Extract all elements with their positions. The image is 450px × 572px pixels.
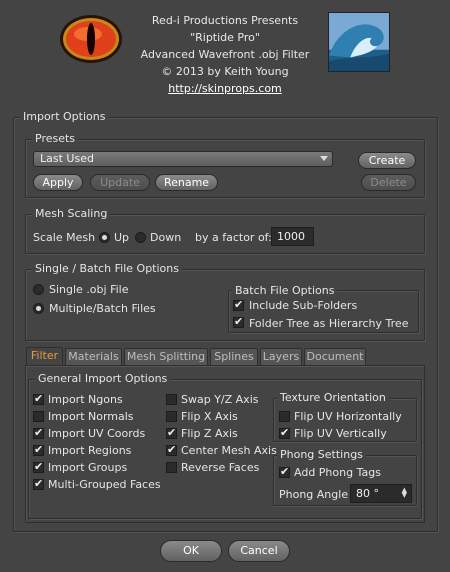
- add-phong-tags-label: Add Phong Tags: [294, 466, 381, 479]
- flip-z-checkbox[interactable]: [166, 426, 177, 439]
- chevron-down-icon: [320, 156, 328, 161]
- tab-materials[interactable]: Materials: [65, 348, 122, 365]
- tab-document[interactable]: Document: [304, 348, 366, 365]
- phong-settings-title: Phong Settings: [277, 448, 366, 461]
- multiple-files-label: Multiple/Batch Files: [49, 302, 156, 315]
- header-subtitle: Advanced Wavefront .obj Filter: [140, 48, 310, 61]
- center-mesh-axis-checkbox[interactable]: [166, 443, 177, 456]
- import-options-title: Import Options: [20, 110, 109, 123]
- ok-button[interactable]: OK: [160, 540, 222, 562]
- header-title: Red-i Productions Presents: [151, 14, 299, 27]
- import-regions-label: Import Regions: [48, 444, 132, 457]
- scale-up-radio[interactable]: [99, 232, 110, 243]
- file-options-title: Single / Batch File Options: [32, 262, 182, 275]
- multi-grouped-faces-checkbox[interactable]: [33, 477, 44, 490]
- rename-button[interactable]: Rename: [155, 174, 218, 191]
- scale-down-label: Down: [150, 231, 182, 244]
- spinner-arrows-icon[interactable]: ▲ ▼: [402, 487, 407, 499]
- import-regions-checkbox[interactable]: [33, 443, 44, 456]
- batch-options-title: Batch File Options: [232, 284, 338, 297]
- folder-tree-label: Folder Tree as Hierarchy Tree: [249, 317, 409, 330]
- wave-logo: [328, 12, 390, 72]
- import-groups-checkbox[interactable]: [33, 460, 44, 473]
- import-normals-label: Import Normals: [48, 410, 134, 423]
- swap-yz-label: Swap Y/Z Axis: [181, 393, 259, 406]
- presets-dropdown[interactable]: Last Used: [33, 151, 333, 167]
- header-copyright: © 2013 by Keith Young: [161, 65, 289, 78]
- flip-uv-vertical-label: Flip UV Vertically: [294, 427, 387, 440]
- scale-factor-input[interactable]: 1000: [271, 227, 314, 246]
- tab-layers[interactable]: Layers: [260, 348, 302, 365]
- import-ngons-checkbox[interactable]: [33, 392, 44, 405]
- import-groups-label: Import Groups: [48, 461, 128, 474]
- cancel-button[interactable]: Cancel: [228, 540, 290, 562]
- reverse-faces-checkbox[interactable]: [166, 462, 177, 473]
- scale-mesh-label: Scale Mesh: [33, 231, 96, 244]
- presets-title: Presets: [32, 132, 79, 145]
- phong-angle-input[interactable]: 80 ° ▲ ▼: [350, 484, 412, 503]
- multiple-files-radio[interactable]: [33, 303, 44, 314]
- scale-down-radio[interactable]: [135, 232, 146, 243]
- include-subfolders-label: Include Sub-Folders: [249, 299, 358, 312]
- import-normals-checkbox[interactable]: [33, 411, 44, 422]
- single-file-label: Single .obj File: [49, 283, 129, 296]
- import-ngons-label: Import Ngons: [48, 393, 123, 406]
- reverse-faces-label: Reverse Faces: [181, 461, 260, 474]
- website-link[interactable]: http://skinprops.com: [168, 82, 282, 95]
- general-options-title: General Import Options: [35, 372, 171, 385]
- flip-uv-horizontal-label: Flip UV Horizontally: [294, 410, 402, 423]
- import-uv-coords-checkbox[interactable]: [33, 426, 44, 439]
- multi-grouped-faces-label: Multi-Grouped Faces: [48, 478, 161, 491]
- flip-uv-horizontal-checkbox[interactable]: [279, 411, 290, 422]
- flip-z-label: Flip Z Axis: [181, 427, 238, 440]
- swap-yz-checkbox[interactable]: [166, 394, 177, 405]
- phong-angle-label: Phong Angle: [279, 488, 349, 501]
- create-button[interactable]: Create: [358, 152, 416, 169]
- folder-tree-checkbox[interactable]: [233, 315, 244, 328]
- update-button[interactable]: Update: [90, 174, 150, 191]
- phong-angle-value: 80 °: [356, 487, 379, 500]
- single-file-radio[interactable]: [33, 284, 44, 295]
- tab-splines[interactable]: Splines: [210, 348, 258, 365]
- factor-label: by a factor of:: [195, 231, 272, 244]
- flip-uv-vertical-checkbox[interactable]: [279, 426, 290, 439]
- add-phong-tags-checkbox[interactable]: [279, 465, 290, 478]
- header-product: "Riptide Pro": [190, 31, 260, 44]
- scale-up-label: Up: [114, 231, 130, 244]
- flip-x-checkbox[interactable]: [166, 411, 177, 422]
- mesh-scaling-title: Mesh Scaling: [32, 207, 111, 220]
- import-uv-coords-label: Import UV Coords: [48, 427, 146, 440]
- tab-filter[interactable]: Filter: [26, 347, 63, 366]
- presets-selected: Last Used: [40, 152, 94, 165]
- flip-x-label: Flip X Axis: [181, 410, 238, 423]
- texture-orientation-title: Texture Orientation: [277, 391, 389, 404]
- tab-mesh-splitting[interactable]: Mesh Splitting: [124, 348, 208, 365]
- apply-button[interactable]: Apply: [33, 174, 83, 191]
- center-mesh-axis-label: Center Mesh Axis: [181, 444, 277, 457]
- include-subfolders-checkbox[interactable]: [233, 298, 244, 311]
- delete-button[interactable]: Delete: [361, 174, 416, 191]
